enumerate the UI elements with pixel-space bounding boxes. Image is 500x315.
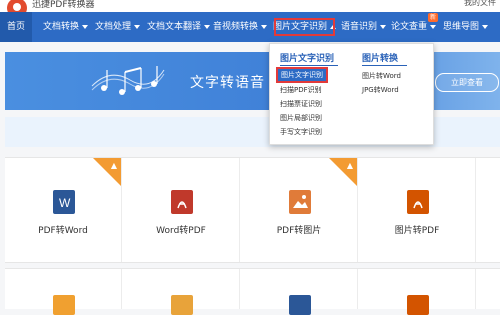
- dropdown-col1-title: 图片文字识别: [280, 54, 335, 64]
- nav-av-convert[interactable]: 音视频转换: [213, 12, 268, 42]
- card-label: PDF转图片: [276, 226, 322, 236]
- dropdown-col2-title: 图片转换: [362, 54, 399, 64]
- title-bar: 迅捷PDF转换器 我的文件: [0, 0, 500, 18]
- card-row2-1[interactable]: [5, 269, 122, 315]
- pdf-icon: [171, 190, 193, 214]
- nav-doc-process[interactable]: 文档处理: [95, 12, 141, 42]
- nav-mind-map[interactable]: 思维导图: [443, 12, 489, 42]
- music-notes-icon: [91, 66, 165, 95]
- chevron-down-icon: [261, 24, 268, 29]
- nav-doc-convert[interactable]: 文档转换: [43, 12, 89, 42]
- divider: [362, 65, 407, 66]
- my-files-link[interactable]: 我的文件: [464, 0, 496, 8]
- chevron-down-icon: [204, 24, 211, 29]
- divider: [280, 65, 338, 66]
- image-icon: [289, 190, 311, 214]
- chevron-down-icon: [82, 24, 89, 29]
- chevron-down-icon: [482, 24, 489, 29]
- nav-doc-translate[interactable]: 文档文本翻译: [147, 12, 211, 42]
- main-nav: 首页 文档转换 文档处理 文档文本翻译 音视频转换 图片文字识别 语音识别 论文…: [0, 12, 500, 42]
- tool-cards-row2: [5, 268, 500, 315]
- card-row2-3[interactable]: [241, 269, 358, 315]
- menu-item-jpg-to-word[interactable]: JPG转Word: [362, 85, 399, 95]
- chevron-down-icon: [430, 24, 437, 29]
- tool-icon: [289, 295, 311, 315]
- ocr-dropdown-menu: 图片文字识别 图片文字识别 扫描PDF识别 扫描票证识别 图片局部识别 手写文字…: [269, 43, 434, 145]
- menu-item-handwriting-ocr[interactable]: 手写文字识别: [280, 127, 322, 137]
- card-row2-4[interactable]: [359, 269, 476, 315]
- card-pdf-to-word[interactable]: W PDF转Word ▲: [5, 158, 122, 262]
- tool-cards: W PDF转Word ▲ Word转PDF PDF转图片 ▲ 图片转PDF: [5, 157, 500, 263]
- nav-speech-recognition[interactable]: 语音识别: [341, 12, 387, 42]
- card-image-to-pdf[interactable]: 图片转PDF: [359, 158, 476, 262]
- flame-icon: ▲: [346, 161, 353, 170]
- flame-icon: ▲: [110, 161, 117, 170]
- menu-item-image-to-word[interactable]: 图片转Word: [362, 71, 401, 81]
- word-icon: W: [53, 190, 75, 214]
- chevron-up-icon: [330, 24, 337, 29]
- pdf-image-icon: [407, 190, 429, 214]
- tool-icon: [407, 295, 429, 315]
- card-word-to-pdf[interactable]: Word转PDF: [123, 158, 240, 262]
- menu-item-partial-ocr[interactable]: 图片局部识别: [280, 113, 322, 123]
- menu-item-scan-pdf-ocr[interactable]: 扫描PDF识别: [280, 85, 322, 95]
- card-row2-2[interactable]: [123, 269, 240, 315]
- app-title: 迅捷PDF转换器: [32, 0, 95, 10]
- menu-item-ticket-ocr[interactable]: 扫描票证识别: [280, 99, 322, 109]
- nav-image-ocr[interactable]: 图片文字识别: [268, 12, 341, 42]
- card-label: 图片转PDF: [394, 226, 440, 236]
- chevron-down-icon: [380, 24, 387, 29]
- svg-text:W: W: [59, 196, 71, 210]
- card-pdf-to-image[interactable]: PDF转图片 ▲: [241, 158, 358, 262]
- menu-item-image-ocr[interactable]: 图片文字识别: [276, 67, 328, 83]
- tool-icon: [171, 295, 193, 315]
- banner-title: 文字转语音: [190, 75, 265, 91]
- new-badge: 新: [428, 13, 439, 22]
- tool-icon: [53, 295, 75, 315]
- nav-home[interactable]: 首页: [0, 12, 33, 42]
- card-label: Word转PDF: [156, 226, 206, 236]
- card-label: PDF转Word: [38, 226, 88, 236]
- chevron-down-icon: [134, 24, 141, 29]
- view-now-button[interactable]: 立即查看: [435, 73, 499, 92]
